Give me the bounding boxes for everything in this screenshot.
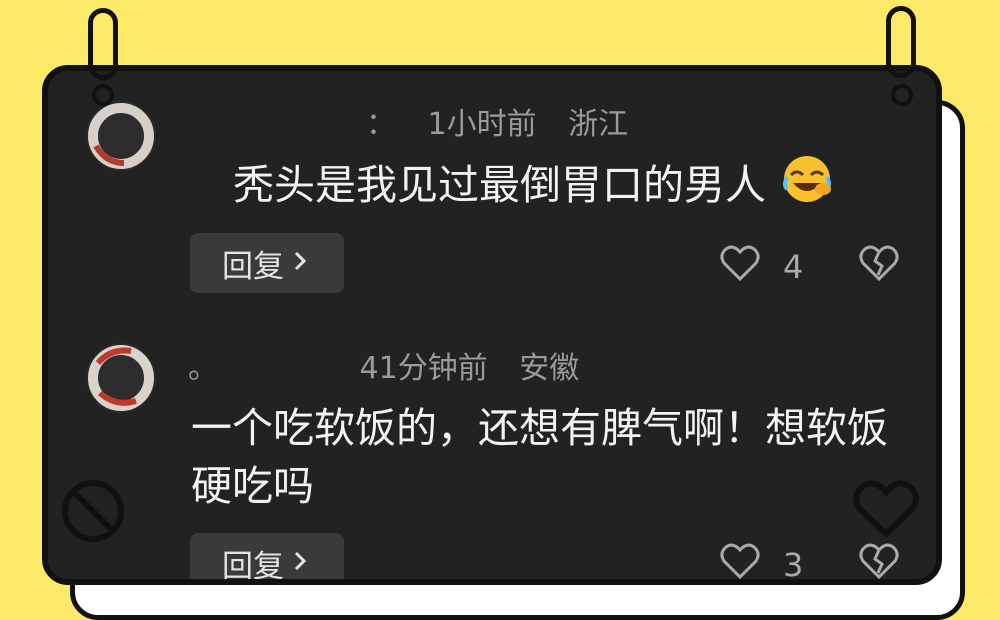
chevron-right-icon bbox=[292, 245, 308, 281]
comments-card: ： 1小时前 浙江 秃头是我见过最倒胃口的男人 回复 4 。 41分钟前 安徽 … bbox=[42, 65, 942, 585]
reply-label: 回复 bbox=[222, 248, 284, 285]
like-control[interactable]: 4 bbox=[719, 243, 803, 291]
comment-location: 安徽 bbox=[519, 351, 580, 386]
binder-hole-right bbox=[891, 84, 913, 106]
binder-hole-left bbox=[92, 84, 114, 106]
comment-time: 1小时前 bbox=[427, 107, 537, 142]
rofl-emoji-icon bbox=[779, 153, 835, 205]
comment-meta: 。 41分钟前 安徽 bbox=[188, 343, 579, 387]
comment-body: 一个吃软饭的，还想有脾气啊！想软饭硬吃吗 bbox=[191, 404, 888, 510]
binder-ring-right bbox=[886, 6, 916, 78]
comment-location: 浙江 bbox=[568, 107, 629, 142]
avatar[interactable] bbox=[86, 343, 156, 413]
comment-text: 一个吃软饭的，还想有脾气啊！想软饭硬吃吗 bbox=[191, 399, 911, 515]
avatar[interactable] bbox=[86, 101, 156, 171]
chevron-right-icon bbox=[292, 545, 308, 579]
heart-outline-icon[interactable] bbox=[719, 541, 761, 579]
broken-heart-icon[interactable] bbox=[858, 243, 900, 287]
comment-time: 41分钟前 bbox=[359, 351, 488, 386]
username[interactable]: ： bbox=[366, 107, 396, 142]
comment-meta: ： 1小时前 浙江 bbox=[366, 99, 628, 143]
block-icon bbox=[60, 478, 126, 548]
comment-text: 秃头是我见过最倒胃口的男人 bbox=[233, 153, 936, 214]
like-count: 3 bbox=[783, 546, 804, 584]
binder-ring-left bbox=[88, 8, 118, 80]
like-count: 4 bbox=[783, 248, 804, 286]
username[interactable]: 。 bbox=[188, 351, 218, 386]
heart-outline-icon[interactable] bbox=[719, 243, 761, 291]
reply-label: 回复 bbox=[222, 548, 284, 585]
like-control[interactable]: 3 bbox=[719, 541, 804, 584]
reply-button[interactable]: 回复 bbox=[190, 533, 344, 585]
comment-body: 秃头是我见过最倒胃口的男人 bbox=[233, 161, 766, 209]
reply-button[interactable]: 回复 bbox=[190, 233, 344, 293]
broken-heart-icon[interactable] bbox=[858, 541, 900, 579]
heart-icon bbox=[850, 478, 922, 544]
